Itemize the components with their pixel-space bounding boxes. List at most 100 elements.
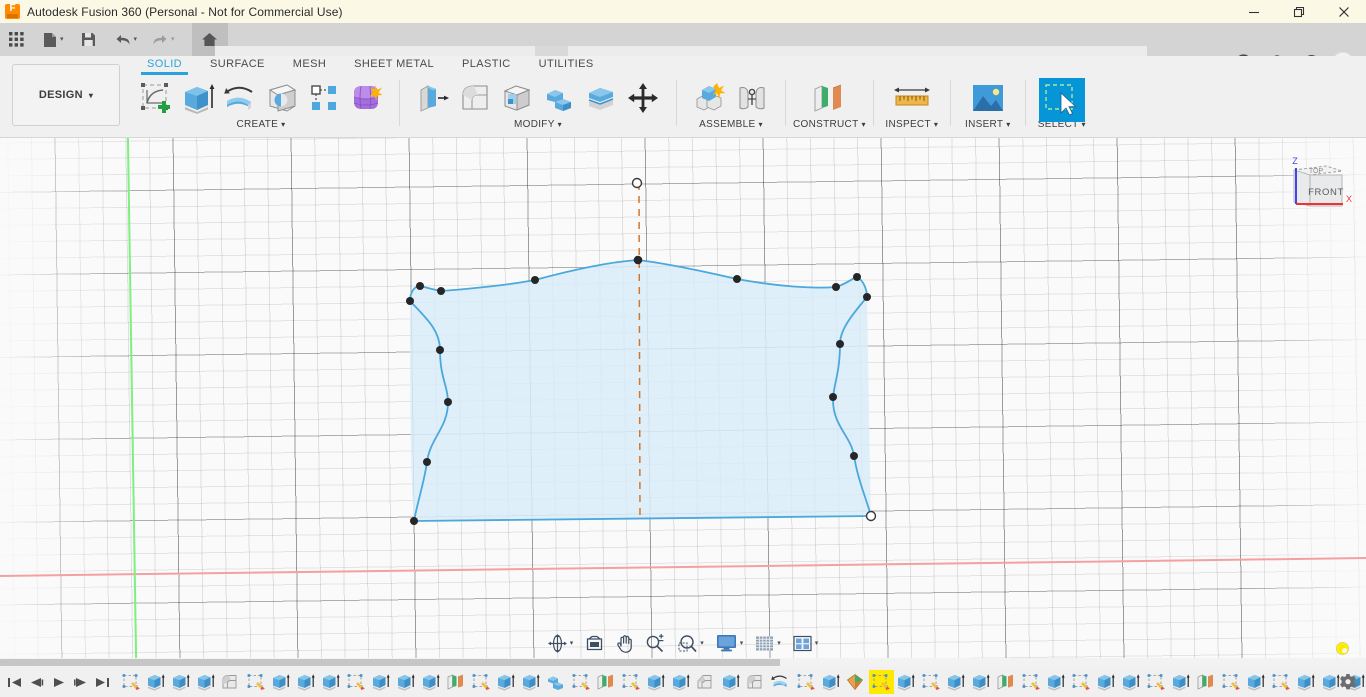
sweep-icon[interactable] xyxy=(262,78,302,118)
orbit-caret-icon[interactable]: ▾ xyxy=(570,640,574,647)
timeline-feature-extrude[interactable] xyxy=(944,670,969,694)
timeline-feature-sketch[interactable] xyxy=(1069,670,1094,694)
timeline-feature-plane[interactable] xyxy=(594,670,619,694)
construct-caret-icon[interactable]: ▾ xyxy=(861,120,865,129)
sketch-point[interactable] xyxy=(633,255,643,265)
measure-icon[interactable] xyxy=(887,78,937,118)
play-back-icon[interactable] xyxy=(48,669,69,695)
timeline-feature-sketch[interactable] xyxy=(344,670,369,694)
sketch-point[interactable] xyxy=(863,293,871,301)
go-to-beginning-icon[interactable] xyxy=(4,669,25,695)
timeline-feature-extrude[interactable] xyxy=(819,670,844,694)
app-grid-icon[interactable] xyxy=(0,23,31,56)
timeline-feature-sketch[interactable] xyxy=(1219,670,1244,694)
create-caret-icon[interactable]: ▾ xyxy=(281,120,285,129)
timeline-feature-extrude[interactable] xyxy=(519,670,544,694)
revolve-icon[interactable] xyxy=(220,78,260,118)
timeline-feature-sketch[interactable] xyxy=(1144,670,1169,694)
timeline-settings-icon[interactable] xyxy=(1339,673,1357,691)
timeline-feature-extrude[interactable] xyxy=(369,670,394,694)
viewports-caret-icon[interactable]: ▾ xyxy=(815,640,819,647)
group-label-inspect[interactable]: INSPECT ▾ xyxy=(885,119,938,130)
group-label-construct[interactable]: CONSTRUCT ▾ xyxy=(793,119,866,130)
sketch-point[interactable] xyxy=(829,393,837,401)
combine-icon[interactable] xyxy=(539,78,579,118)
sketch-point[interactable] xyxy=(853,273,861,281)
new-component-icon[interactable] xyxy=(690,78,730,118)
viewports-icon[interactable]: ▾ xyxy=(786,630,822,656)
sketch-endpoint-open[interactable] xyxy=(631,177,643,189)
tab-utilities[interactable]: UTILITIES xyxy=(525,58,608,70)
timeline-feature-revolve[interactable] xyxy=(769,670,794,694)
timeline-feature-sketch[interactable] xyxy=(919,670,944,694)
timeline-feature-plane[interactable] xyxy=(1194,670,1219,694)
form-icon[interactable] xyxy=(346,78,386,118)
group-label-insert[interactable]: INSERT ▾ xyxy=(965,119,1011,130)
insert-image-icon[interactable] xyxy=(964,78,1012,118)
pan-icon[interactable] xyxy=(609,630,636,656)
timeline-feature-fillet[interactable] xyxy=(219,670,244,694)
display-settings-caret-icon[interactable]: ▾ xyxy=(740,640,744,647)
sketch-point[interactable] xyxy=(423,458,431,466)
group-label-assemble[interactable]: ASSEMBLE ▾ xyxy=(699,119,763,130)
workspace-switcher[interactable]: DESIGN ▾ xyxy=(12,64,120,126)
sketch-point[interactable] xyxy=(531,276,539,284)
extrude-icon[interactable] xyxy=(178,78,218,118)
design-canvas[interactable]: TOP FRONT Z X ▾ ▾ ▾ ▾ ▾ xyxy=(0,138,1366,658)
timeline-feature-extrude[interactable] xyxy=(419,670,444,694)
new-file-icon[interactable]: ▾ xyxy=(31,23,71,56)
timeline-feature-extrude[interactable] xyxy=(1244,670,1269,694)
step-back-icon[interactable] xyxy=(26,669,47,695)
grid-snaps-caret-icon[interactable]: ▾ xyxy=(777,640,781,647)
timeline-feature-extrude[interactable] xyxy=(194,670,219,694)
joint-icon[interactable] xyxy=(732,78,772,118)
tab-mesh[interactable]: MESH xyxy=(279,58,340,70)
press-pull-icon[interactable] xyxy=(413,78,453,118)
shell-icon[interactable] xyxy=(497,78,537,118)
look-at-icon[interactable] xyxy=(578,630,607,656)
timeline-feature-plane[interactable] xyxy=(994,670,1019,694)
zoom-window-caret-icon[interactable]: ▾ xyxy=(700,640,704,647)
new-file-caret-icon[interactable]: ▾ xyxy=(60,36,64,43)
timeline-feature-sketch[interactable] xyxy=(619,670,644,694)
timeline-feature-extrude[interactable] xyxy=(319,670,344,694)
timeline-feature-sketch[interactable] xyxy=(569,670,594,694)
timeline-feature-sketch[interactable] xyxy=(119,670,144,694)
minimize-button[interactable] xyxy=(1231,0,1276,23)
display-settings-icon[interactable]: ▾ xyxy=(709,630,747,656)
timeline-feature-extrude[interactable] xyxy=(394,670,419,694)
timeline-scrollbar-track[interactable] xyxy=(0,658,1366,667)
sketch-endpoint-open[interactable] xyxy=(865,510,877,522)
split-face-icon[interactable] xyxy=(581,78,621,118)
timeline-feature-extrude[interactable] xyxy=(494,670,519,694)
timeline-feature-sketch[interactable] xyxy=(1019,670,1044,694)
timeline-feature-extrude[interactable] xyxy=(1094,670,1119,694)
timeline-feature-sketch[interactable] xyxy=(794,670,819,694)
go-to-end-icon[interactable] xyxy=(92,669,113,695)
insert-caret-icon[interactable]: ▾ xyxy=(1006,120,1010,129)
create-sketch-icon[interactable] xyxy=(136,78,176,118)
redo-caret-icon[interactable]: ▾ xyxy=(171,36,175,43)
sketch-point[interactable] xyxy=(406,297,414,305)
timeline-feature-extrude[interactable] xyxy=(144,670,169,694)
undo-caret-icon[interactable]: ▾ xyxy=(134,36,138,43)
timeline-feature-extrude[interactable] xyxy=(1119,670,1144,694)
tab-solid[interactable]: SOLID xyxy=(133,58,196,75)
timeline-feature-combine[interactable] xyxy=(544,670,569,694)
sketch-point[interactable] xyxy=(836,340,844,348)
sketch-point[interactable] xyxy=(410,517,418,525)
pattern-icon[interactable] xyxy=(304,78,344,118)
sketch-point[interactable] xyxy=(437,287,445,295)
timeline-feature-extrude[interactable] xyxy=(269,670,294,694)
undo-icon[interactable]: ▾ xyxy=(103,23,145,56)
sketch-point[interactable] xyxy=(436,346,444,354)
timeline-feature-sketch[interactable] xyxy=(1269,670,1294,694)
inspect-caret-icon[interactable]: ▾ xyxy=(934,120,938,129)
modify-caret-icon[interactable]: ▾ xyxy=(558,120,562,129)
step-forward-icon[interactable] xyxy=(70,669,91,695)
timeline-feature-extrude[interactable] xyxy=(294,670,319,694)
timeline-feature-extrude[interactable] xyxy=(1169,670,1194,694)
timeline-feature-extrude[interactable] xyxy=(1294,670,1319,694)
timeline-feature-extrude[interactable] xyxy=(169,670,194,694)
timeline-feature-appearance[interactable] xyxy=(844,670,869,694)
